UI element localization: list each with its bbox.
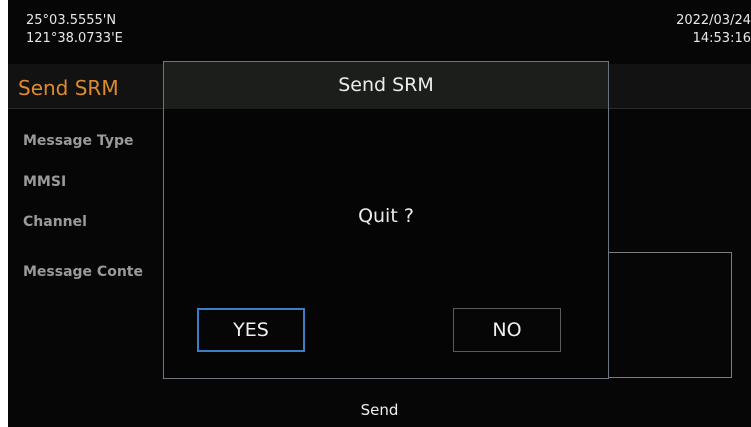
device-screen: 25°03.5555'N 121°38.0733'E 2022/03/24 14… — [8, 0, 751, 427]
longitude-readout: 121°38.0733'E — [26, 31, 123, 46]
dialog-message: Quit ? — [358, 205, 414, 227]
mmsi-label: MMSI — [23, 174, 67, 190]
page-title: Send SRM — [18, 76, 119, 100]
time-readout: 14:53:16 — [692, 31, 751, 46]
message-content-label: Message Conte — [23, 264, 143, 280]
no-button[interactable]: NO — [453, 308, 561, 352]
message-type-label: Message Type — [23, 133, 134, 149]
dialog-header: Send SRM — [164, 62, 608, 109]
channel-label: Channel — [23, 214, 87, 230]
quit-dialog: Send SRM Quit ? YES NO — [163, 61, 609, 379]
latitude-readout: 25°03.5555'N — [26, 13, 117, 28]
yes-button[interactable]: YES — [197, 308, 305, 352]
date-readout: 2022/03/24 — [676, 13, 751, 28]
send-softkey[interactable]: Send — [8, 401, 751, 419]
message-content-field[interactable] — [606, 252, 732, 378]
dialog-title: Send SRM — [338, 74, 434, 96]
